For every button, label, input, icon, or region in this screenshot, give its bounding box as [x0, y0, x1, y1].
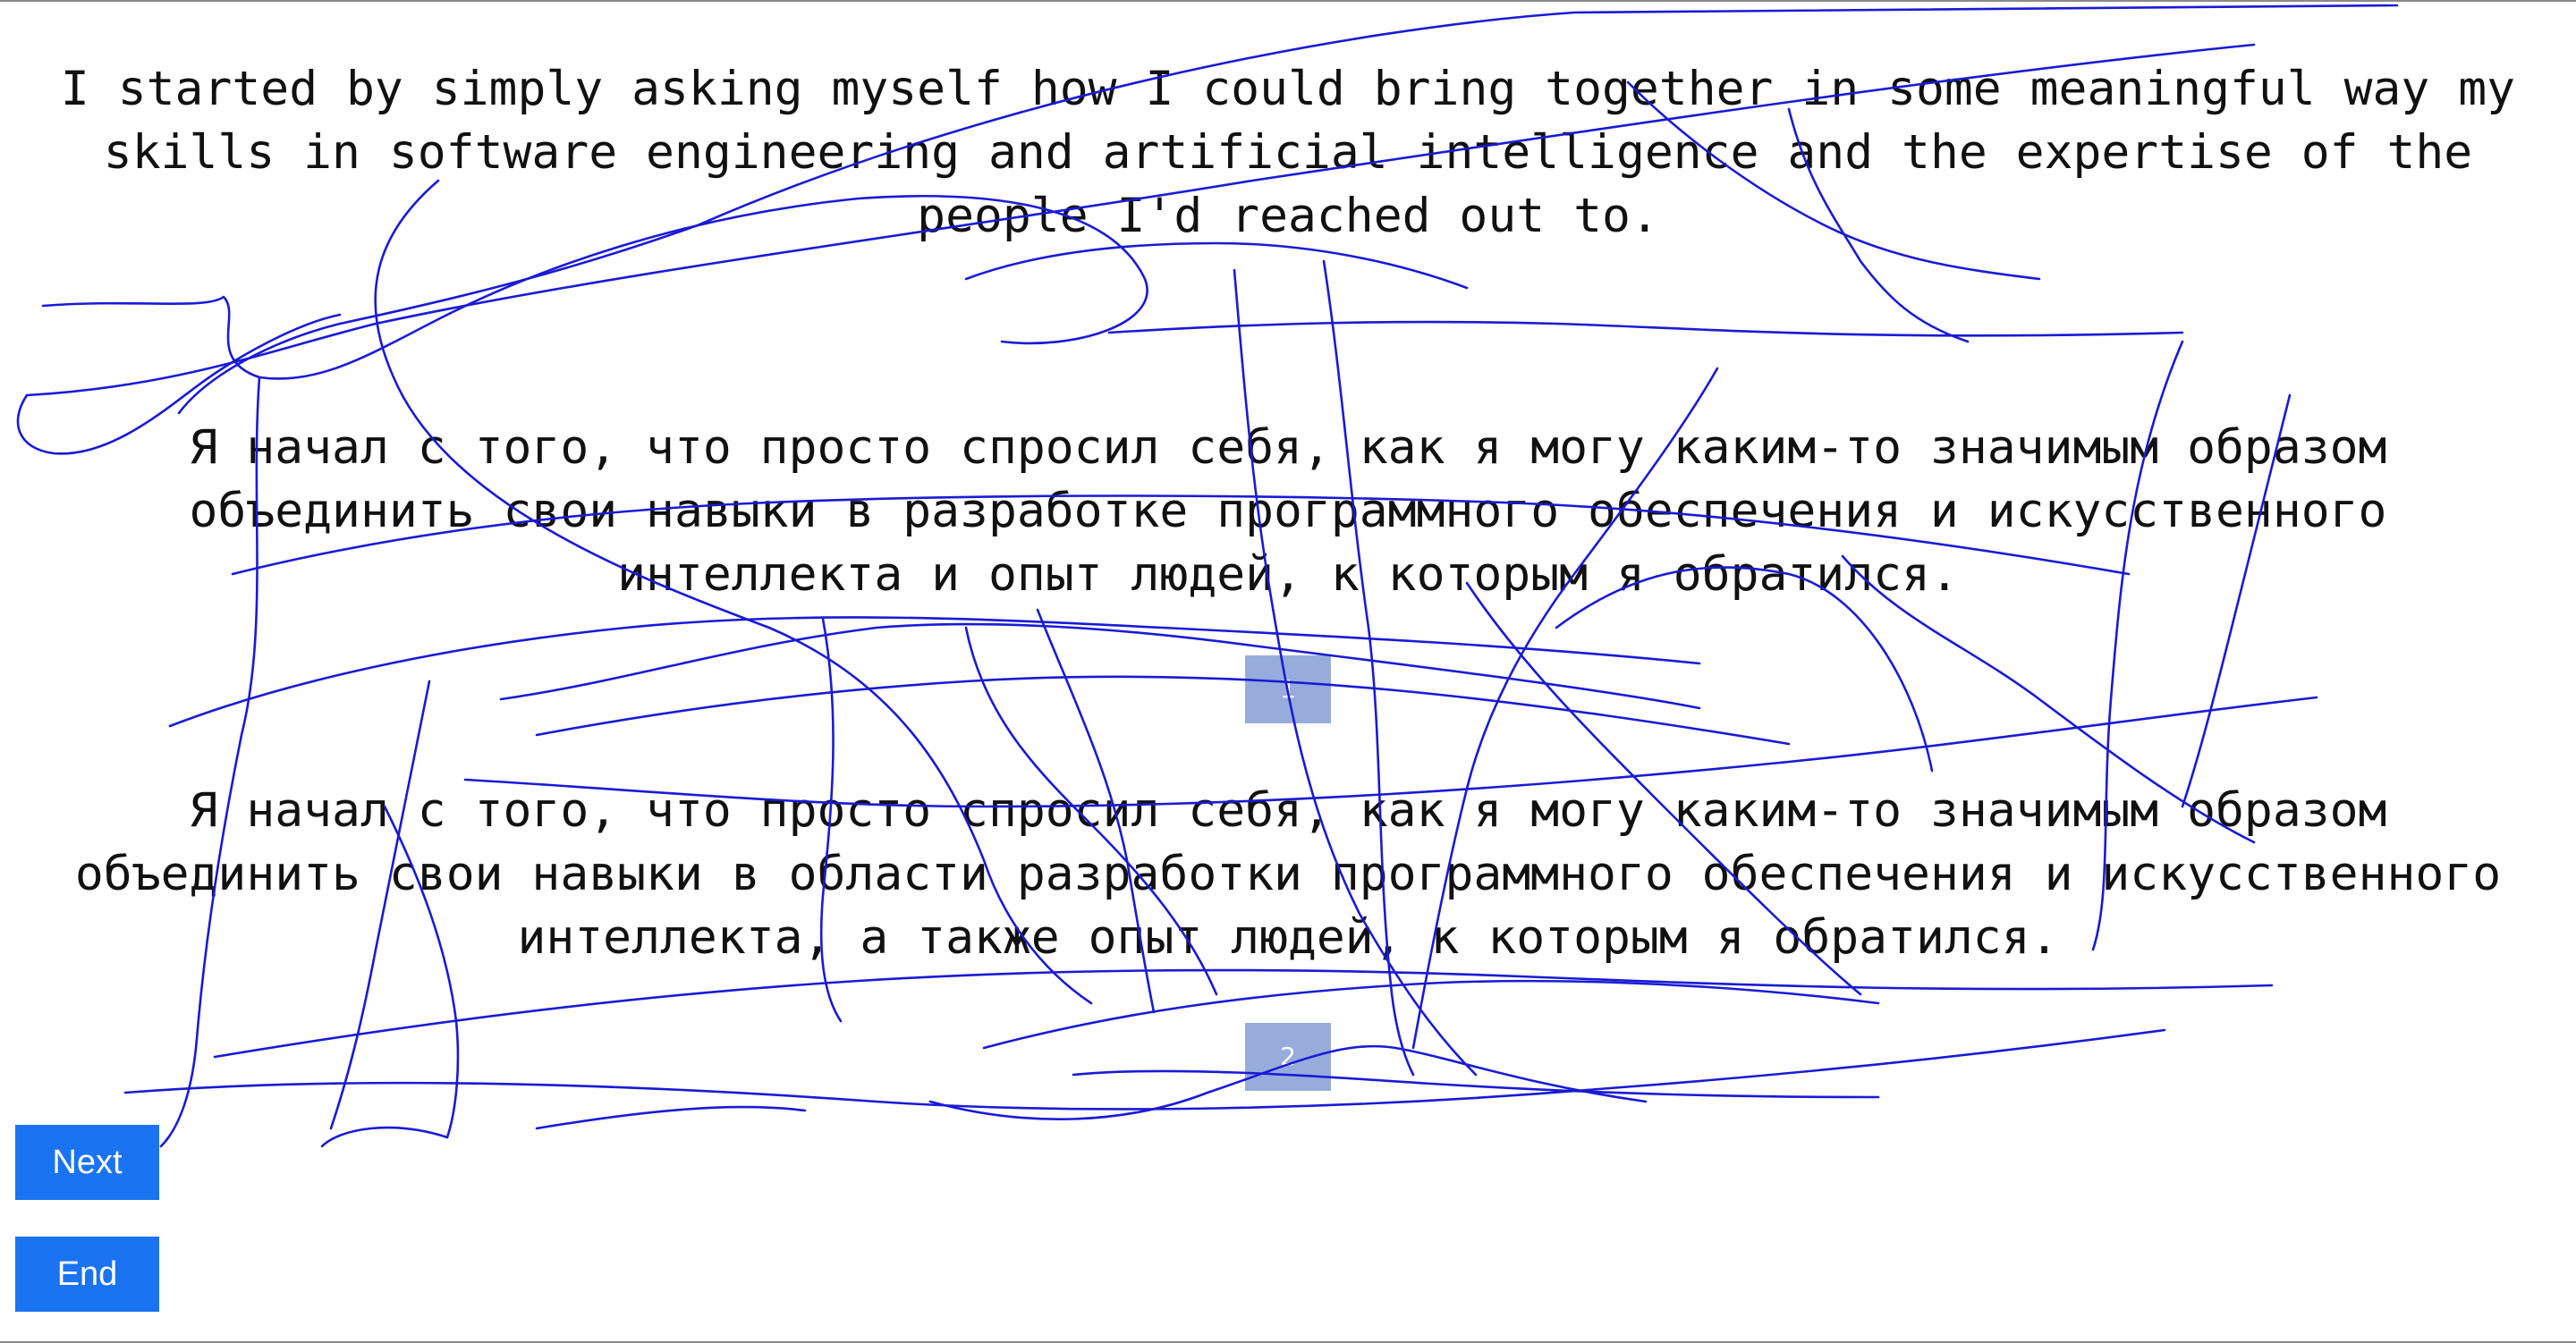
option-1-marker[interactable]: 1: [1245, 655, 1331, 723]
scribble-stroke: [123, 1028, 2166, 1111]
annotation-canvas[interactable]: I started by simply asking myself how I …: [0, 0, 2576, 1343]
scribble-stroke: [982, 979, 1880, 1050]
scribble-stroke: [1072, 1069, 1880, 1099]
option-2-marker[interactable]: 2: [1245, 1023, 1331, 1091]
scribble-stroke: [499, 622, 1701, 710]
scribble-stroke: [1107, 320, 2184, 337]
scribble-stroke: [535, 675, 1791, 746]
scribble-stroke: [535, 1105, 807, 1130]
english-source-paragraph: I started by simply asking myself how I …: [60, 62, 2516, 243]
end-button[interactable]: End: [15, 1237, 159, 1312]
scribble-stroke: [320, 1126, 449, 1148]
scribble-stroke: [213, 968, 2274, 1059]
scribble-stroke: [168, 616, 1701, 728]
translation-option-2-paragraph: Я начал с того, что просто спросил себя,…: [74, 783, 2502, 965]
scribble-stroke: [964, 241, 1469, 290]
next-button[interactable]: Next: [15, 1125, 159, 1200]
translation-option-1-paragraph: Я начал с того, что просто спросил себя,…: [189, 420, 2387, 602]
